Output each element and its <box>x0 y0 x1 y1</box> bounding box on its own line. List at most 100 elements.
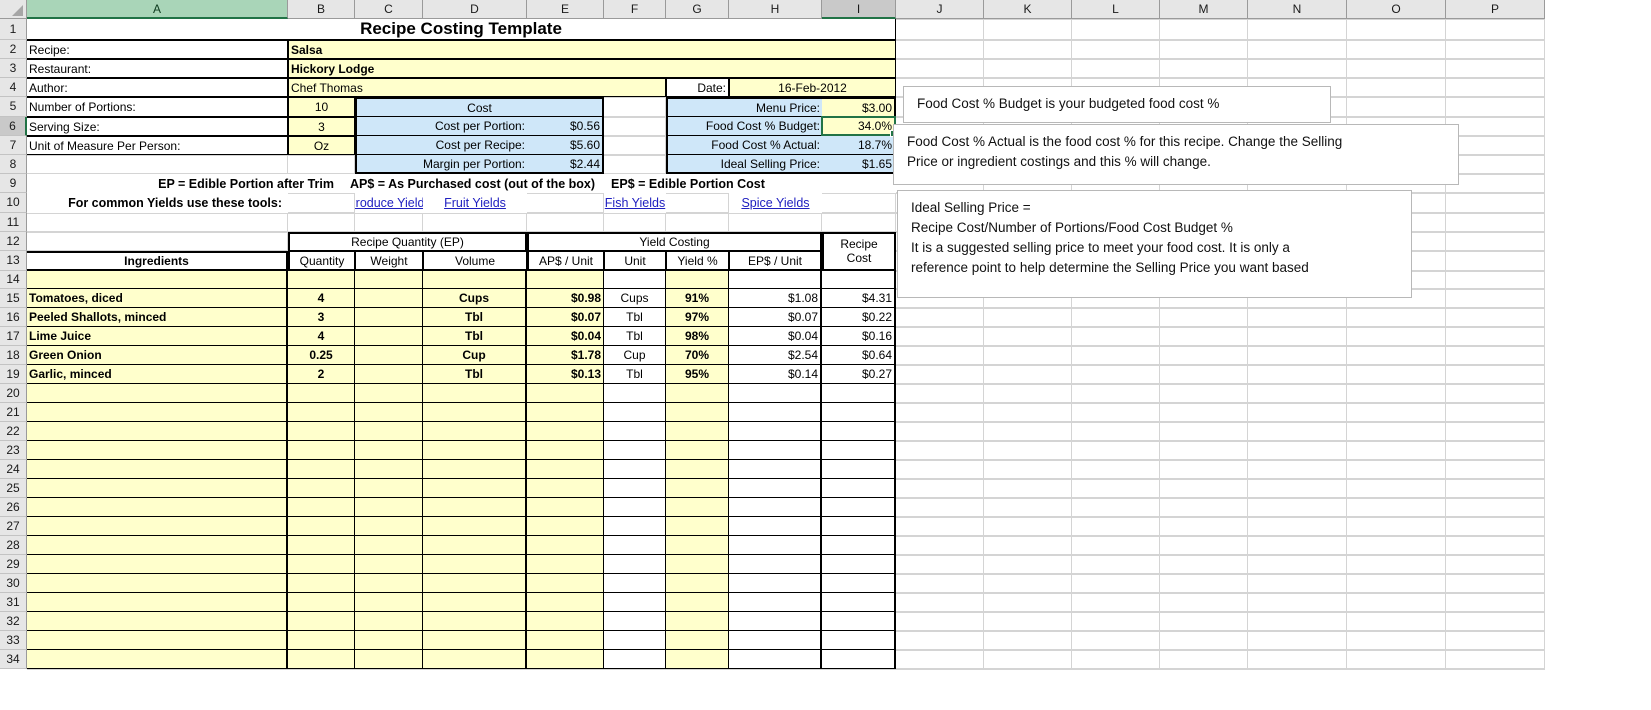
table-cell-D26[interactable] <box>423 498 527 517</box>
table-cell-H31[interactable] <box>729 593 822 612</box>
table-cell-A29[interactable] <box>27 555 288 574</box>
table-cell-I26[interactable] <box>822 498 896 517</box>
table-cell-A34[interactable] <box>27 650 288 669</box>
column-header-n[interactable]: N <box>1248 0 1347 19</box>
table-cell-D27[interactable] <box>423 517 527 536</box>
table-cell-I27[interactable] <box>822 517 896 536</box>
table-cell-A17[interactable]: Lime Juice <box>27 327 288 346</box>
table-cell-C14[interactable] <box>355 271 423 289</box>
row-header-21[interactable]: 21 <box>0 403 27 422</box>
table-cell-G27[interactable] <box>666 517 729 536</box>
table-cell-C22[interactable] <box>355 422 423 441</box>
row-header-27[interactable]: 27 <box>0 517 27 536</box>
table-cell-A21[interactable] <box>27 403 288 422</box>
table-cell-D21[interactable] <box>423 403 527 422</box>
table-cell-H28[interactable] <box>729 536 822 555</box>
serving-size-value[interactable]: 3 <box>288 117 355 136</box>
table-cell-B23[interactable] <box>288 441 355 460</box>
table-cell-C27[interactable] <box>355 517 423 536</box>
table-cell-F33[interactable] <box>604 631 666 650</box>
column-header-k[interactable]: K <box>984 0 1072 19</box>
table-cell-D23[interactable] <box>423 441 527 460</box>
row-header-8[interactable]: 8 <box>0 155 27 174</box>
table-cell-I18[interactable]: $0.64 <box>822 346 896 365</box>
table-cell-C18[interactable] <box>355 346 423 365</box>
row-header-26[interactable]: 26 <box>0 498 27 517</box>
table-cell-E21[interactable] <box>527 403 604 422</box>
cost-row-value[interactable]: $0.56 <box>527 117 604 136</box>
table-cell-F16[interactable]: Tbl <box>604 308 666 327</box>
table-cell-A31[interactable] <box>27 593 288 612</box>
table-cell-H19[interactable]: $0.14 <box>729 365 822 384</box>
table-cell-G29[interactable] <box>666 555 729 574</box>
row-header-4[interactable]: 4 <box>0 78 27 97</box>
table-cell-D22[interactable] <box>423 422 527 441</box>
table-cell-B32[interactable] <box>288 612 355 631</box>
row-header-13[interactable]: 13 <box>0 251 27 271</box>
table-cell-F17[interactable]: Tbl <box>604 327 666 346</box>
table-cell-D17[interactable]: Tbl <box>423 327 527 346</box>
row-header-32[interactable]: 32 <box>0 612 27 631</box>
table-cell-D14[interactable] <box>423 271 527 289</box>
row-header-28[interactable]: 28 <box>0 536 27 555</box>
recipe-value[interactable]: Salsa <box>288 40 896 59</box>
table-cell-H17[interactable]: $0.04 <box>729 327 822 346</box>
table-cell-G26[interactable] <box>666 498 729 517</box>
row-header-2[interactable]: 2 <box>0 40 27 59</box>
table-cell-E20[interactable] <box>527 384 604 403</box>
row-header-17[interactable]: 17 <box>0 327 27 346</box>
table-cell-F22[interactable] <box>604 422 666 441</box>
row-header-10[interactable]: 10 <box>0 193 27 213</box>
table-cell-E27[interactable] <box>527 517 604 536</box>
row-header-19[interactable]: 19 <box>0 365 27 384</box>
row-header-11[interactable]: 11 <box>0 213 27 232</box>
table-cell-A26[interactable] <box>27 498 288 517</box>
table-cell-I25[interactable] <box>822 479 896 498</box>
author-value[interactable]: Chef Thomas <box>288 78 666 97</box>
table-cell-B19[interactable]: 2 <box>288 365 355 384</box>
column-header-c[interactable]: C <box>355 0 423 19</box>
row-header-15[interactable]: 15 <box>0 289 27 308</box>
price-row-value[interactable]: $3.00 <box>822 97 896 117</box>
table-cell-F24[interactable] <box>604 460 666 479</box>
table-cell-G19[interactable]: 95% <box>666 365 729 384</box>
table-cell-I31[interactable] <box>822 593 896 612</box>
table-cell-D31[interactable] <box>423 593 527 612</box>
table-cell-B21[interactable] <box>288 403 355 422</box>
table-cell-H27[interactable] <box>729 517 822 536</box>
row-header-31[interactable]: 31 <box>0 593 27 612</box>
table-cell-B28[interactable] <box>288 536 355 555</box>
table-cell-C16[interactable] <box>355 308 423 327</box>
table-cell-F14[interactable] <box>604 271 666 289</box>
link-produce-yields[interactable]: Produce Yields <box>355 193 423 213</box>
table-cell-B29[interactable] <box>288 555 355 574</box>
price-row-value[interactable]: 18.7% <box>822 136 896 155</box>
table-cell-E34[interactable] <box>527 650 604 669</box>
table-cell-E25[interactable] <box>527 479 604 498</box>
table-cell-D25[interactable] <box>423 479 527 498</box>
table-cell-B30[interactable] <box>288 574 355 593</box>
table-cell-B17[interactable]: 4 <box>288 327 355 346</box>
table-cell-B14[interactable] <box>288 271 355 289</box>
column-header-h[interactable]: H <box>729 0 822 19</box>
table-cell-E23[interactable] <box>527 441 604 460</box>
table-cell-E28[interactable] <box>527 536 604 555</box>
table-cell-F27[interactable] <box>604 517 666 536</box>
table-cell-I23[interactable] <box>822 441 896 460</box>
table-cell-C32[interactable] <box>355 612 423 631</box>
table-cell-D30[interactable] <box>423 574 527 593</box>
table-cell-D19[interactable]: Tbl <box>423 365 527 384</box>
table-cell-I28[interactable] <box>822 536 896 555</box>
row-header-7[interactable]: 7 <box>0 136 27 155</box>
table-cell-C31[interactable] <box>355 593 423 612</box>
table-cell-I24[interactable] <box>822 460 896 479</box>
table-cell-H15[interactable]: $1.08 <box>729 289 822 308</box>
row-header-29[interactable]: 29 <box>0 555 27 574</box>
table-cell-G16[interactable]: 97% <box>666 308 729 327</box>
column-header-a[interactable]: A <box>27 0 288 19</box>
table-cell-I17[interactable]: $0.16 <box>822 327 896 346</box>
table-cell-D29[interactable] <box>423 555 527 574</box>
table-cell-F29[interactable] <box>604 555 666 574</box>
row-header-25[interactable]: 25 <box>0 479 27 498</box>
table-cell-C21[interactable] <box>355 403 423 422</box>
